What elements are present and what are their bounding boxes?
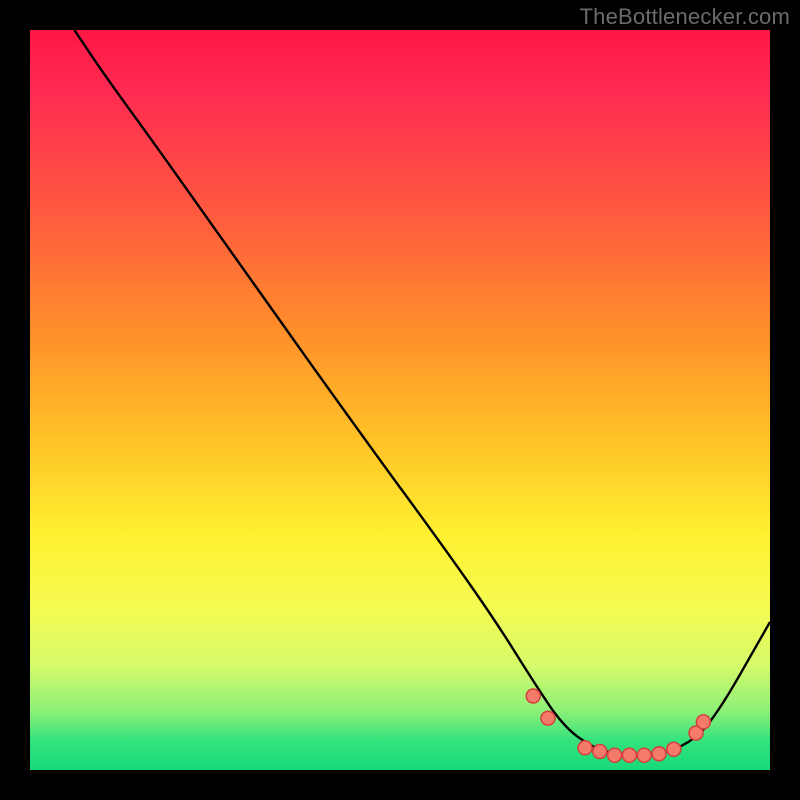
bottleneck-curve: [74, 30, 770, 755]
source-attribution: TheBottlenecker.com: [580, 4, 790, 30]
chart-frame: TheBottlenecker.com: [0, 0, 800, 800]
chart-svg: [30, 30, 770, 770]
marker-group: [526, 689, 710, 762]
plot-area: [30, 30, 770, 770]
